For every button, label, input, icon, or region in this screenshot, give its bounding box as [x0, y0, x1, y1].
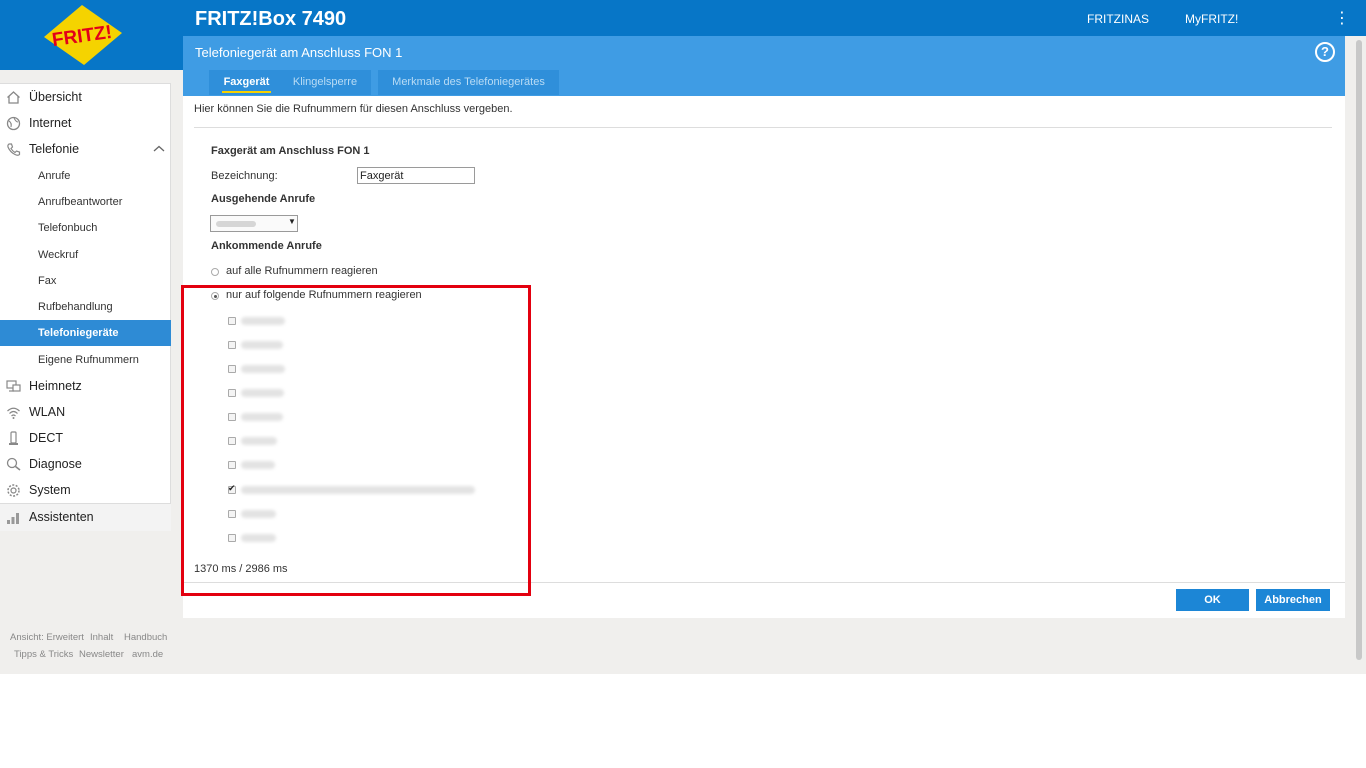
sidebar-item-internet[interactable]: Internet: [0, 110, 171, 136]
footer-link-inhalt[interactable]: Inhalt: [90, 632, 113, 643]
redacted-number: [216, 221, 256, 227]
fritz-logo[interactable]: FRITZ!: [0, 0, 183, 70]
sidebar-item-heimnetz[interactable]: Heimnetz: [0, 373, 171, 399]
sidebar: Übersicht Internet Telefonie Anrufe Anru…: [0, 83, 171, 531]
intro-text: Hier können Sie die Rufnummern für diese…: [194, 103, 513, 115]
dropdown-arrow-icon: ▼: [288, 217, 296, 226]
sidebar-item-label: Assistenten: [29, 510, 94, 524]
outgoing-number-select[interactable]: ▼: [210, 215, 298, 232]
wifi-icon: [7, 407, 20, 419]
dect-icon: [9, 431, 18, 445]
tab-merkmale[interactable]: Merkmale des Telefoniegerätes: [378, 70, 559, 95]
sidebar-subitem-label: Weckruf: [38, 249, 79, 261]
top-bar: FRITZ!Box 7490 FRITZINAS MyFRITZ! ⋮: [0, 0, 1366, 36]
sidebar-subitem-label: Anrufe: [38, 170, 71, 182]
help-icon[interactable]: ?: [1315, 42, 1335, 62]
sidebar-item-label: DECT: [29, 431, 64, 445]
fritznas-link[interactable]: FRITZINAS: [1087, 12, 1149, 26]
sidebar-item-label: Diagnose: [29, 457, 82, 471]
sidebar-subitem-label: Anrufbeantworter: [38, 196, 123, 208]
incoming-title: Ankommende Anrufe: [211, 240, 322, 252]
sidebar-item-assistenten-inner: Assistenten: [0, 504, 171, 530]
name-label: Bezeichnung:: [211, 170, 278, 182]
diagnose-icon: [6, 457, 21, 471]
sidebar-subitem-eigene-rufnummern[interactable]: Eigene Rufnummern: [0, 347, 171, 373]
sidebar-subitem-fax[interactable]: Fax: [0, 268, 171, 294]
footer-link-tipps[interactable]: Tipps & Tricks: [14, 649, 73, 660]
sidebar-subitem-label: Telefoniegeräte: [38, 327, 119, 339]
phone-icon: [7, 143, 21, 156]
fritz-logo-icon: FRITZ!: [44, 5, 122, 65]
sidebar-item-assistenten[interactable]: Assistenten: [0, 503, 171, 531]
scrollbar-thumb[interactable]: [1356, 40, 1362, 660]
home-icon: [7, 91, 20, 104]
sidebar-subitem-telefonbuch[interactable]: Telefonbuch: [0, 215, 171, 241]
page-title: Telefoniegerät am Anschluss FON 1: [195, 45, 403, 60]
sidebar-item-label: System: [29, 483, 71, 497]
sidebar-subitem-label: Eigene Rufnummern: [38, 354, 139, 366]
sidebar-subitem-label: Telefonbuch: [38, 222, 98, 234]
sidebar-item-system[interactable]: System: [0, 477, 171, 503]
product-title: FRITZ!Box 7490: [195, 8, 347, 30]
sidebar-item-dect[interactable]: DECT: [0, 425, 171, 451]
tab-klingelsperre[interactable]: Klingelsperre: [279, 70, 371, 95]
sidebar-item-wlan[interactable]: WLAN: [0, 399, 171, 425]
myfritz-link[interactable]: MyFRITZ!: [1185, 12, 1238, 26]
tab-faxgeraet[interactable]: Faxgerät: [209, 70, 284, 95]
sidebar-item-label: Internet: [29, 116, 72, 130]
assistant-icon: [7, 513, 19, 524]
footer-link-avm[interactable]: avm.de: [132, 649, 163, 660]
sidebar-item-label: WLAN: [29, 405, 66, 419]
outgoing-title: Ausgehende Anrufe: [211, 193, 316, 205]
sidebar-subitem-weckruf[interactable]: Weckruf: [0, 242, 171, 268]
radio-all-numbers[interactable]: [211, 268, 219, 276]
network-icon: [6, 380, 21, 392]
sidebar-subitem-rufbehandlung[interactable]: Rufbehandlung: [0, 294, 171, 320]
sidebar-item-telefonie[interactable]: Telefonie: [0, 136, 171, 162]
sidebar-item-uebersicht[interactable]: Übersicht: [0, 84, 171, 110]
page-header: Telefoniegerät am Anschluss FON 1 ? Faxg…: [183, 36, 1345, 96]
sidebar-subitem-label: Fax: [38, 275, 57, 287]
footer-link-ansicht[interactable]: Ansicht: Erweitert: [10, 632, 84, 643]
footer-link-newsletter[interactable]: Newsletter: [79, 649, 124, 660]
more-menu-icon[interactable]: ⋮: [1334, 10, 1350, 28]
sidebar-item-label: Heimnetz: [29, 379, 82, 393]
cancel-button[interactable]: Abbrechen: [1256, 589, 1330, 611]
highlight-box: [181, 285, 531, 596]
divider: [194, 127, 1332, 128]
globe-icon: [6, 116, 21, 131]
sidebar-subitem-telefoniegeraete[interactable]: Telefoniegeräte: [0, 320, 171, 346]
scrollbar[interactable]: [1354, 36, 1366, 674]
chevron-up-icon[interactable]: [153, 144, 165, 154]
name-field[interactable]: [357, 167, 475, 184]
fritzbox-window: FRITZ!Box 7490 FRITZINAS MyFRITZ! ⋮ FRIT…: [0, 0, 1366, 674]
sidebar-subitem-anrufbeantworter[interactable]: Anrufbeantworter: [0, 189, 171, 215]
footer-link-handbuch[interactable]: Handbuch: [124, 632, 167, 643]
ok-button[interactable]: OK: [1176, 589, 1249, 611]
system-icon: [7, 484, 20, 497]
sidebar-item-label: Telefonie: [29, 142, 80, 156]
sidebar-subitem-label: Rufbehandlung: [38, 301, 113, 313]
radio-all-label: auf alle Rufnummern reagieren: [226, 265, 378, 277]
sidebar-item-label: Übersicht: [29, 90, 82, 104]
section-title: Faxgerät am Anschluss FON 1: [211, 145, 370, 157]
sidebar-item-diagnose[interactable]: Diagnose: [0, 451, 171, 477]
sidebar-subitem-anrufe[interactable]: Anrufe: [0, 163, 171, 189]
